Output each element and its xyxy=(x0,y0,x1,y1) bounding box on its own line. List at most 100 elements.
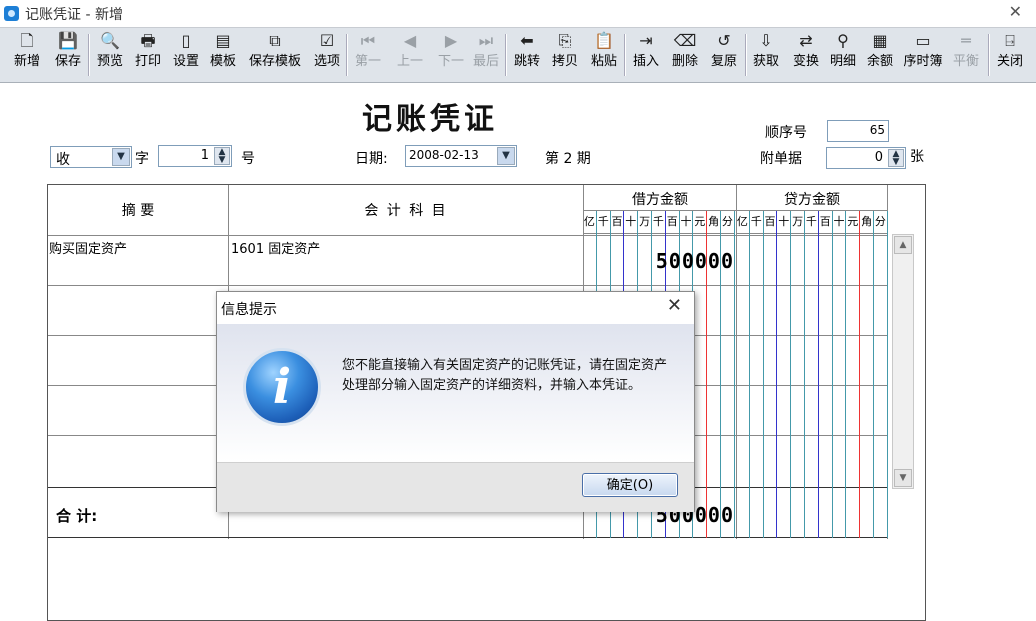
attachment-value: 0 xyxy=(874,150,883,165)
calendar-dropdown-icon[interactable]: ▼ xyxy=(497,147,515,165)
jump-arrow-icon: ⬅ xyxy=(520,31,534,50)
toolbar-button-6[interactable]: ⧉ 保存模板 xyxy=(244,30,306,80)
toolbar-button-22[interactable]: ▭ 序时簿 xyxy=(899,30,947,80)
toolbar-button-21[interactable]: ▦ 余额 xyxy=(864,30,896,80)
toolbar-button-label: 余额 xyxy=(866,54,893,69)
last-record-icon: ⏭ xyxy=(478,31,494,50)
toolbar-button-2[interactable]: 🔍 预览 xyxy=(92,30,128,80)
toolbar-button-3[interactable]: 🖶 打印 xyxy=(131,30,165,80)
ok-button[interactable]: 确定(O) xyxy=(582,473,678,497)
toolbar-button-label: 平衡 xyxy=(952,54,979,69)
voucher-word-value: 收 xyxy=(56,152,70,168)
digit-label: 角 xyxy=(860,211,873,234)
dialog-footer: 确定(O) xyxy=(217,462,694,512)
toolbar-button-10[interactable]: ▶ 下一 xyxy=(433,30,469,80)
dialog-message: 您不能直接输入有关固定资产的记账凭证，请在固定资产 处理部分输入固定资产的详细资… xyxy=(342,356,692,396)
digit-label: 百 xyxy=(610,211,624,234)
toolbar-button-24[interactable]: ⍈ 关闭 xyxy=(992,30,1028,80)
toolbar-button-14[interactable]: 📋 粘贴 xyxy=(586,30,622,80)
save-template-icon: ⧉ xyxy=(269,31,281,50)
toolbar-separator xyxy=(505,34,506,76)
toolbar-button-0[interactable]: 🗋 新增 xyxy=(8,30,46,80)
journal-icon: ▭ xyxy=(915,31,931,50)
digit-label: 亿 xyxy=(736,211,749,234)
digit-label: 分 xyxy=(721,211,734,234)
voucher-title: 记账凭证 xyxy=(362,102,498,137)
toolbar-button-5[interactable]: ▤ 模板 xyxy=(207,30,239,80)
info-dialog: 信息提示 ✕ i 您不能直接输入有关固定资产的记账凭证，请在固定资产 处理部分输… xyxy=(216,291,695,512)
toolbar-button-label: 上一 xyxy=(396,54,423,69)
window-close-button[interactable]: ✕ xyxy=(1009,3,1022,21)
digit-label: 百 xyxy=(665,211,679,234)
toolbar-separator xyxy=(624,34,625,76)
previous-record-icon: ◀ xyxy=(403,31,417,50)
account-cell[interactable]: 1601 固定资产 xyxy=(229,237,583,285)
sequence-label: 顺序号 xyxy=(765,125,807,141)
toolbar-button-label: 第一 xyxy=(354,54,381,69)
table-scrollbar[interactable]: ▲ ▼ xyxy=(892,234,914,489)
scroll-down-icon[interactable]: ▼ xyxy=(894,469,912,487)
credit-amount-cell[interactable] xyxy=(737,237,887,285)
toolbar-button-8[interactable]: ⏮ 第一 xyxy=(350,30,386,80)
debit-amount: 500000 xyxy=(655,249,734,273)
dialog-message-line: 您不能直接输入有关固定资产的记账凭证，请在固定资产 xyxy=(342,358,668,373)
preview-icon: 🔍 xyxy=(100,31,120,50)
chevron-down-icon[interactable]: ▼ xyxy=(112,148,130,166)
toolbar-button-19[interactable]: ⇄ 变换 xyxy=(789,30,823,80)
toolbar-button-11[interactable]: ⏭ 最后 xyxy=(468,30,504,80)
digit-label: 十 xyxy=(679,211,693,234)
toolbar-button-label: 预览 xyxy=(96,54,123,69)
toolbar-button-23[interactable]: ═ 平衡 xyxy=(950,30,982,80)
toolbar-button-20[interactable]: ⚲ 明细 xyxy=(826,30,860,80)
digit-label: 分 xyxy=(874,211,887,234)
spin-up-down-icon[interactable]: ▲ ▼ xyxy=(888,149,904,167)
toolbar-button-7[interactable]: ☑ 选项 xyxy=(309,30,345,80)
toolbar-button-label: 关闭 xyxy=(996,54,1023,69)
toolbar-button-17[interactable]: ↺ 复原 xyxy=(706,30,742,80)
word-label: 字 xyxy=(135,151,149,167)
dialog-close-button[interactable]: ✕ xyxy=(667,296,682,316)
toolbar-button-label: 跳转 xyxy=(513,54,540,69)
voucher-number-spinner[interactable]: 1 ▲ ▼ xyxy=(158,145,232,167)
scroll-up-icon[interactable]: ▲ xyxy=(894,236,912,254)
toolbar-button-label: 插入 xyxy=(632,54,659,69)
toolbar-button-18[interactable]: ⇩ 获取 xyxy=(748,30,784,80)
summary-header: 摘 要 xyxy=(121,203,155,219)
binoculars-icon: ⚲ xyxy=(837,31,849,50)
spin-up-down-icon[interactable]: ▲ ▼ xyxy=(214,147,230,165)
summary-cell[interactable]: 购买固定资产 xyxy=(48,237,228,285)
restore-icon: ↺ xyxy=(717,31,731,50)
window-titlebar: 记账凭证 - 新增 ✕ xyxy=(0,0,1036,27)
account-text: 1601 固定资产 xyxy=(231,242,321,257)
toolbar-button-label: 下一 xyxy=(437,54,464,69)
digit-label: 万 xyxy=(791,211,804,234)
toolbar-button-4[interactable]: ▯ 设置 xyxy=(169,30,203,80)
date-label: 日期: xyxy=(355,151,388,167)
app-icon xyxy=(4,6,19,21)
toolbar-button-9[interactable]: ◀ 上一 xyxy=(392,30,428,80)
toolbar-button-label: 拷贝 xyxy=(551,54,578,69)
digit-label: 十 xyxy=(777,211,791,234)
balance-grid-icon: ▦ xyxy=(872,31,888,50)
digit-label: 十 xyxy=(832,211,846,234)
toolbar-button-12[interactable]: ⬅ 跳转 xyxy=(509,30,545,80)
date-picker[interactable]: 2008-02-13 ▼ xyxy=(405,145,517,167)
toolbar-button-16[interactable]: ⌫ 删除 xyxy=(667,30,703,80)
print-icon: 🖶 xyxy=(140,31,156,50)
exit-door-icon: ⍈ xyxy=(1005,31,1015,50)
toolbar-button-label: 复原 xyxy=(710,54,737,69)
attachment-spinner[interactable]: 0 ▲ ▼ xyxy=(826,147,906,169)
toolbar-button-1[interactable]: 💾 保存 xyxy=(50,30,86,80)
sequence-field[interactable]: 65 xyxy=(827,120,889,142)
dialog-body: i 您不能直接输入有关固定资产的记账凭证，请在固定资产 处理部分输入固定资产的详… xyxy=(217,324,694,462)
credit-header: 贷方金额 xyxy=(784,192,840,208)
toolbar: 🗋 新增 💾 保存 🔍 预览 🖶 打印 ▯ 设置 ▤ 模板 ⧉ 保存模板 ☑ 选项 ⏮ 第一 ◀ 上一 ▶ 下一 ⏭ 最后 ⬅ 跳… xyxy=(0,27,1036,83)
toolbar-button-13[interactable]: ⎘ 拷贝 xyxy=(548,30,582,80)
digit-label: 百 xyxy=(818,211,832,234)
voucher-word-select[interactable]: 收 ▼ xyxy=(50,146,132,168)
toolbar-button-label: 设置 xyxy=(172,54,199,69)
toolbar-button-label: 变换 xyxy=(792,54,819,69)
debit-amount-cell[interactable]: 500000 xyxy=(584,237,736,285)
next-record-icon: ▶ xyxy=(444,31,458,50)
toolbar-button-15[interactable]: ⇥ 插入 xyxy=(628,30,664,80)
